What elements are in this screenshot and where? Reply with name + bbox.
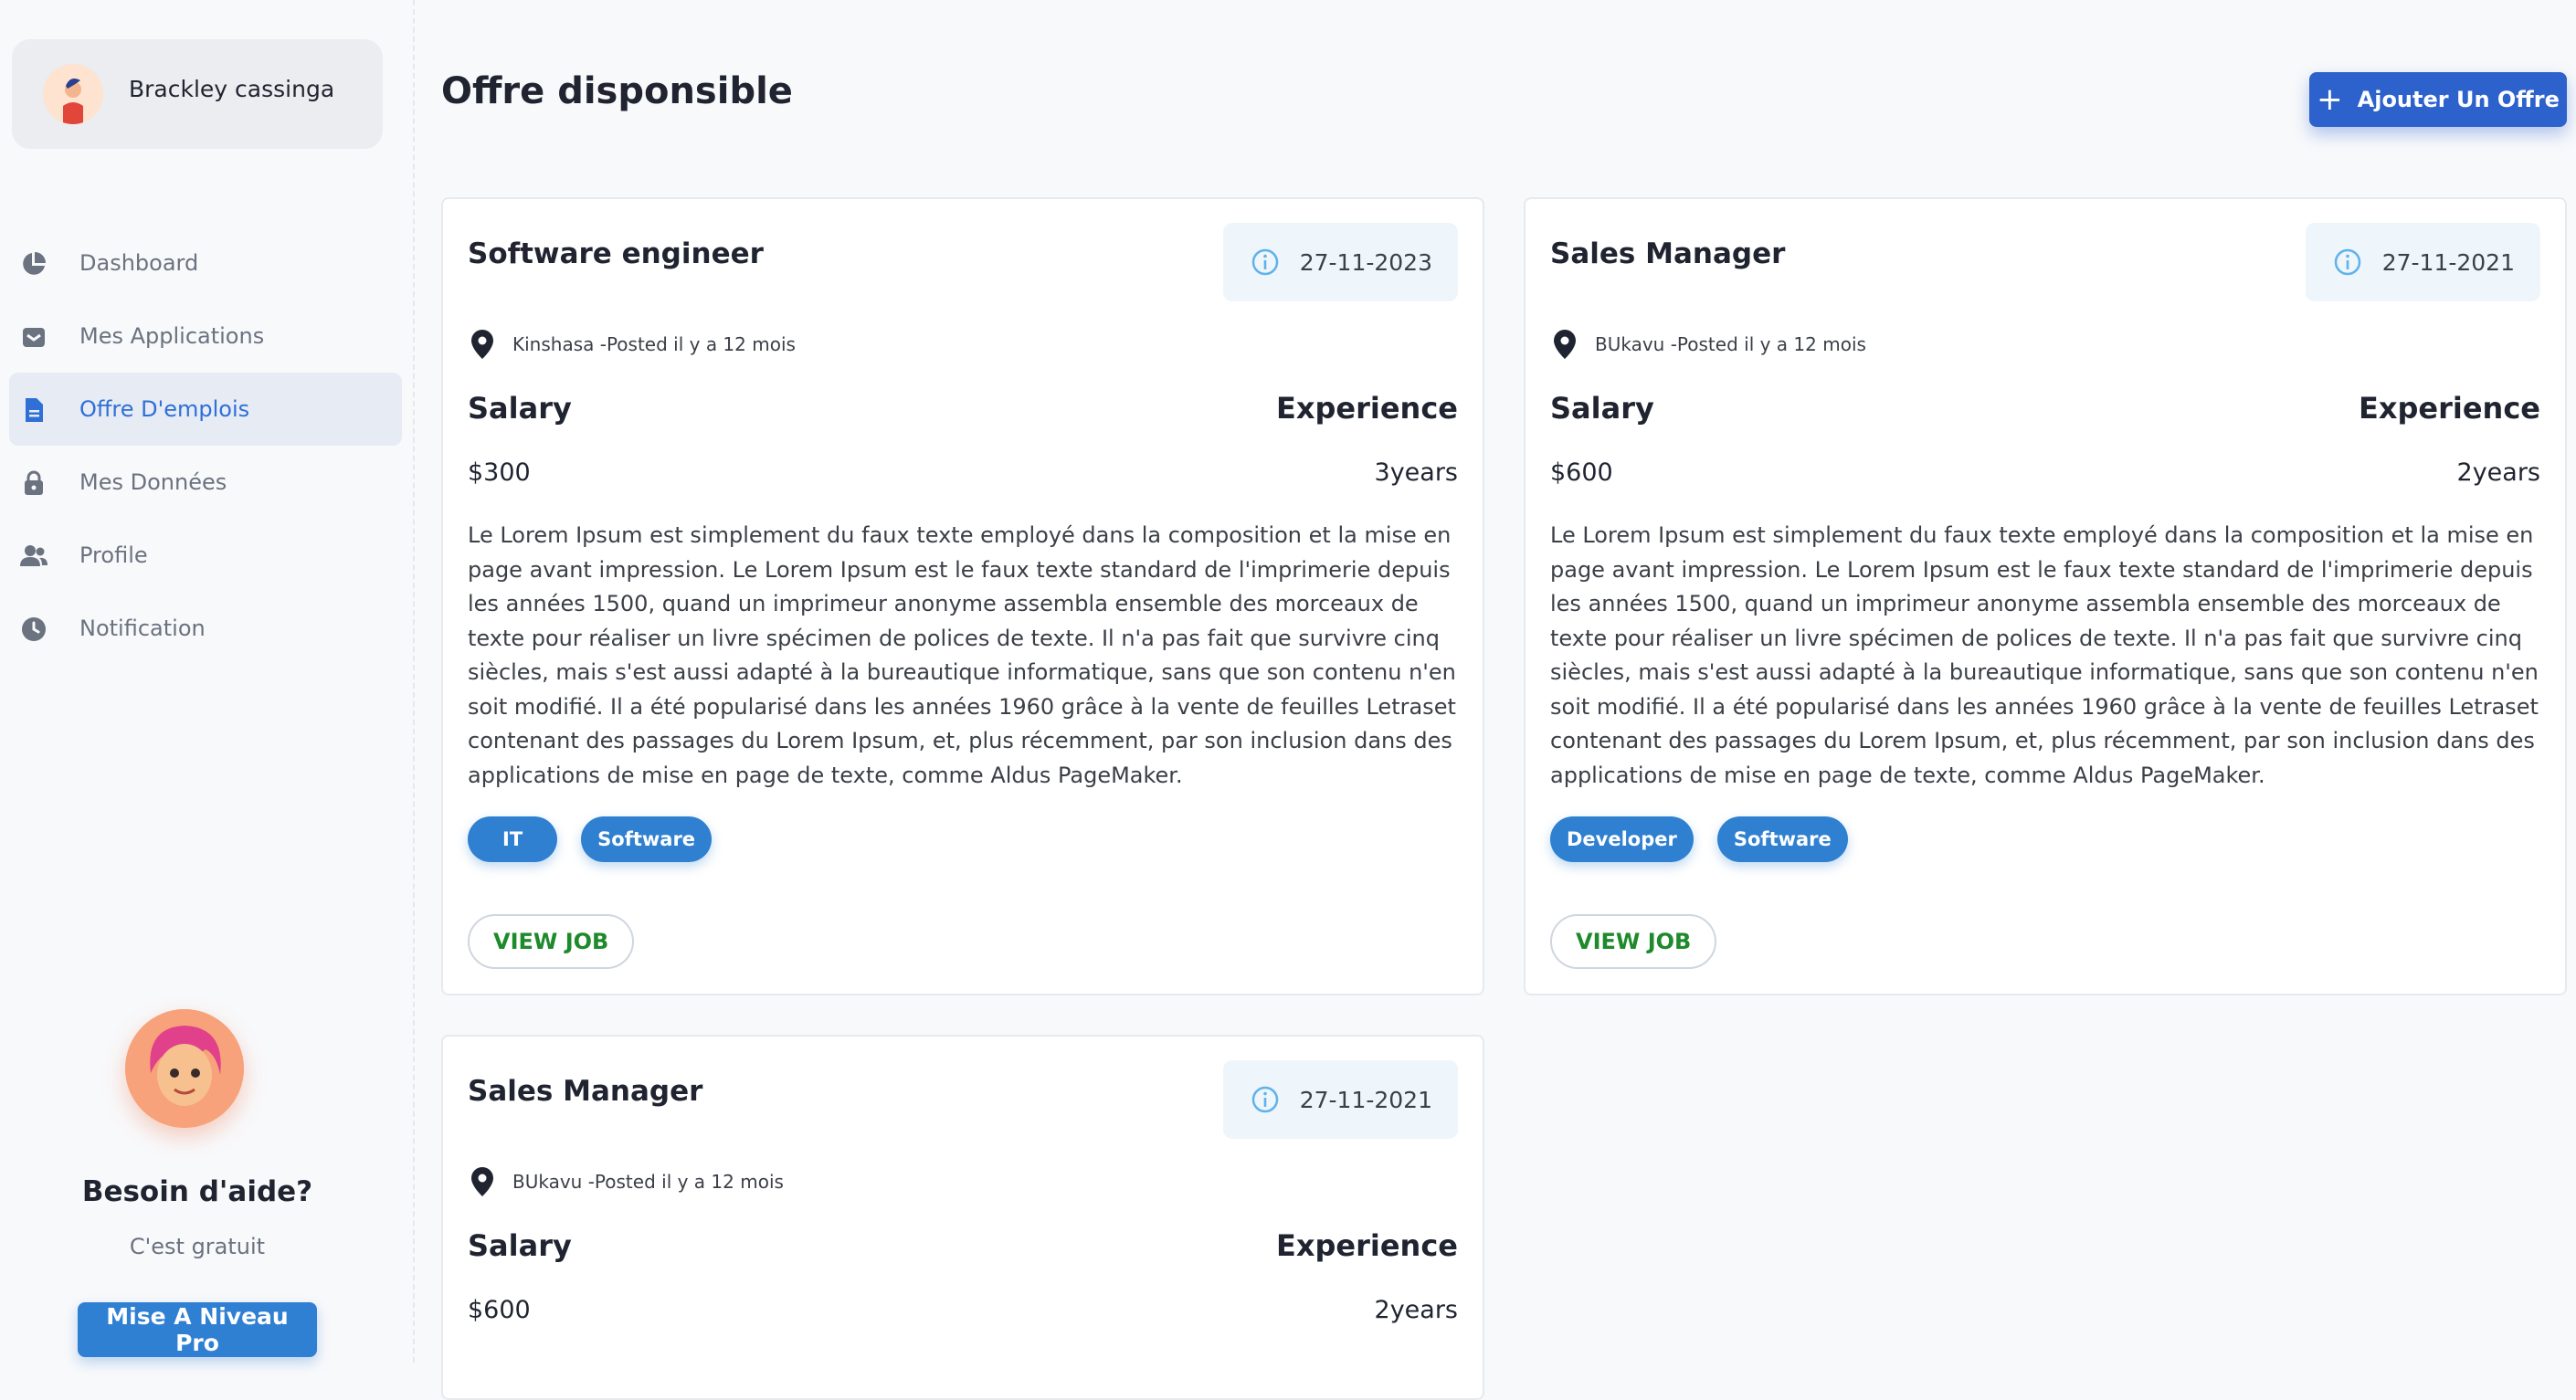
job-location: BUkavu -Posted il y a 12 mois (470, 1166, 784, 1197)
date-badge: 27-11-2021 (2305, 223, 2540, 301)
clock-icon (22, 617, 46, 641)
sidebar-item-mes-donnees[interactable]: Mes Données (9, 446, 402, 519)
avatar (43, 64, 103, 124)
map-pin-icon (1554, 330, 1576, 359)
job-tags: IT Software (468, 816, 713, 862)
page-title: Offre disponsible (441, 70, 793, 112)
sidebar: Brackley cassinga Dashboard Mes Applicat… (0, 0, 415, 1363)
info-icon (1251, 1086, 1278, 1113)
job-location: BUkavu -Posted il y a 12 mois (1553, 329, 1866, 360)
tag-button[interactable]: Software (1716, 816, 1848, 862)
sidebar-item-label: Mes Applications (79, 323, 265, 349)
job-date: 27-11-2023 (1299, 248, 1432, 276)
job-description: Le Lorem Ipsum est simplement du faux te… (468, 522, 1456, 788)
view-job-button[interactable]: VIEW JOB (468, 914, 635, 969)
job-location: Kinshasa -Posted il y a 12 mois (470, 329, 796, 360)
lock-icon (25, 470, 43, 495)
add-offer-label: Ajouter Un Offre (2357, 87, 2560, 112)
sidebar-item-profile[interactable]: Profile (9, 519, 402, 592)
job-card: Software engineer 27-11-2023 Kinshasa -P… (441, 197, 1484, 995)
help-subtitle: C'est gratuit (129, 1234, 266, 1259)
help-avatar (125, 1009, 244, 1128)
document-icon (26, 398, 43, 422)
sidebar-item-offre-demplois[interactable]: Offre D'emplois (9, 373, 402, 446)
job-card: Sales Manager 27-11-2021 BUkavu -Posted … (1524, 197, 2567, 995)
job-title: Sales Manager (468, 1075, 703, 1108)
job-card: Sales Manager 27-11-2021 BUkavu -Posted … (441, 1035, 1484, 1400)
sidebar-item-dashboard[interactable]: Dashboard (9, 226, 402, 300)
job-location-text: BUkavu -Posted il y a 12 mois (1595, 333, 1866, 355)
sidebar-item-label: Dashboard (79, 250, 199, 276)
sidebar-nav: Dashboard Mes Applications Offre D'emplo… (0, 226, 402, 665)
plus-icon: + (2317, 81, 2343, 118)
chart-pie-icon (23, 252, 46, 275)
users-icon (20, 545, 48, 566)
salary-value: $600 (1550, 458, 1613, 487)
experience-value: 3years (1374, 458, 1458, 487)
salary-label: Salary (468, 391, 572, 426)
info-icon (1251, 248, 1278, 276)
add-offer-button[interactable]: + Ajouter Un Offre (2309, 72, 2567, 127)
job-location-text: BUkavu -Posted il y a 12 mois (512, 1171, 784, 1193)
map-pin-icon (471, 330, 493, 359)
salary-label: Salary (1550, 391, 1654, 426)
job-title: Sales Manager (1550, 237, 1786, 270)
job-location-text: Kinshasa -Posted il y a 12 mois (512, 333, 796, 355)
sidebar-item-label: Mes Données (79, 469, 227, 495)
job-date: 27-11-2021 (2381, 248, 2515, 276)
experience-value: 2years (2456, 458, 2540, 487)
help-title: Besoin d'aide? (81, 1175, 313, 1208)
salary-label: Salary (468, 1228, 572, 1263)
upgrade-pro-button[interactable]: Mise A Niveau Pro (78, 1302, 317, 1357)
map-pin-icon (471, 1167, 493, 1196)
salary-value: $300 (468, 458, 531, 487)
job-date: 27-11-2021 (1299, 1086, 1432, 1113)
job-description: Le Lorem Ipsum est simplement du faux te… (1550, 522, 2539, 788)
sidebar-item-label: Profile (79, 542, 148, 568)
job-tags: Developer Software (1550, 816, 1848, 862)
inbox-icon (23, 328, 45, 347)
experience-value: 2years (1374, 1296, 1458, 1324)
experience-label: Experience (1275, 1228, 1458, 1263)
sidebar-item-label: Offre D'emplois (79, 396, 250, 422)
sidebar-item-label: Notification (79, 616, 206, 641)
tag-button[interactable]: IT (468, 816, 558, 862)
date-badge: 27-11-2023 (1222, 223, 1458, 301)
tag-button[interactable]: Developer (1550, 816, 1694, 862)
sidebar-item-notification[interactable]: Notification (9, 592, 402, 665)
experience-label: Experience (2358, 391, 2540, 426)
user-card[interactable]: Brackley cassinga (12, 39, 383, 149)
tag-button[interactable]: Software (581, 816, 713, 862)
sidebar-item-mes-applications[interactable]: Mes Applications (9, 300, 402, 373)
salary-value: $600 (468, 1296, 531, 1324)
info-icon (2334, 248, 2360, 276)
view-job-button[interactable]: VIEW JOB (1550, 914, 1717, 969)
user-name: Brackley cassinga (129, 76, 335, 102)
experience-label: Experience (1275, 391, 1458, 426)
date-badge: 27-11-2021 (1222, 1060, 1458, 1139)
job-title: Software engineer (468, 237, 764, 270)
